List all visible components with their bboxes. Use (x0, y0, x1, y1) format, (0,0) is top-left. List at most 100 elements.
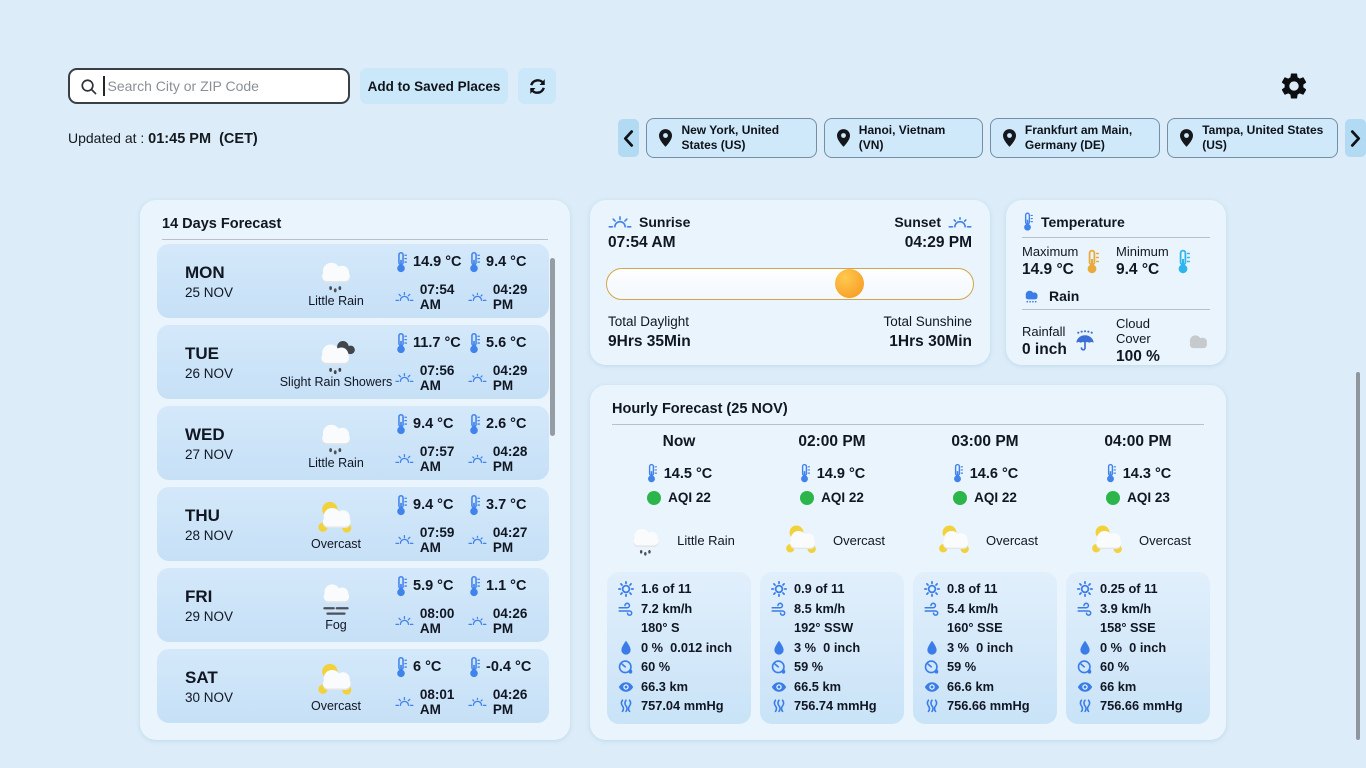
wind-speed: 8.5 km/h (794, 601, 845, 618)
humidity: 60 % (641, 659, 670, 676)
daylight-label: Total Daylight (608, 314, 691, 329)
forecast-day-row[interactable]: THU 28 NOV Overcast 9.4 °C 07:59 AM (157, 487, 549, 561)
hourly-panel: Hourly Forecast (25 NOV) Now 14.5 °C AQI… (590, 385, 1226, 740)
cloud-cover-label: Cloud Cover (1116, 316, 1179, 346)
search-input[interactable] (108, 78, 339, 94)
saved-places-bar: New York, United States (US) Hanoi, Viet… (618, 118, 1366, 158)
condition-label: Overcast (1139, 533, 1191, 548)
rain-cloud-icon (1022, 289, 1041, 304)
forecast-day: MON 25 NOV (157, 263, 277, 300)
add-to-saved-places-button[interactable]: Add to Saved Places (360, 68, 508, 104)
maximum-temp-cell: Maximum 14.9 °C (1022, 244, 1116, 279)
forecast-day: TUE 26 NOV (157, 344, 277, 381)
forecast-condition: Slight Rain Showers (277, 336, 395, 389)
pressure: 757.04 mmHg (641, 698, 724, 715)
location-chip-label: New York, United States (US) (681, 123, 803, 154)
droplet-icon (618, 640, 634, 656)
sunrise-time: 07:59 AM (420, 525, 468, 555)
wind-speed: 3.9 km/h (1100, 601, 1151, 618)
wind-icon (1077, 601, 1093, 617)
forecast-day-row[interactable]: MON 25 NOV Little Rain 14.9 °C 07:54 AM (157, 244, 549, 318)
aqi-status-dot (953, 491, 967, 505)
droplet-icon (771, 640, 787, 656)
wind-icon (771, 601, 787, 617)
weather-condition-icon (309, 417, 363, 457)
day-date: 29 NOV (185, 609, 277, 624)
rainfall-cell: Rainfall 0 inch (1022, 316, 1116, 366)
forecast-day-row[interactable]: SAT 30 NOV Overcast 6 °C 08:01 AM (157, 649, 549, 723)
sunrise-icon (395, 452, 414, 466)
weather-condition-icon (1085, 522, 1131, 558)
forecast-panel: 14 Days Forecast MON 25 NOV Little Rain … (140, 200, 570, 740)
page-scrollbar[interactable] (1356, 372, 1360, 740)
forecast-day-row[interactable]: FRI 29 NOV Fog 5.9 °C 08:00 AM 1 (157, 568, 549, 642)
uv-index-icon (618, 581, 634, 597)
aqi-status-dot (800, 491, 814, 505)
weather-condition-icon (779, 522, 825, 558)
refresh-button[interactable] (518, 68, 556, 104)
sunrise-time: 07:54 AM (420, 282, 468, 312)
wind-direction: 180° S (641, 620, 680, 637)
sunrise-time: 07:57 AM (420, 444, 468, 474)
humidity: 59 % (794, 659, 823, 676)
min-temp: 3.7 °C (486, 497, 526, 513)
hour-temp: 14.9 °C (817, 466, 866, 482)
sunrise-icon (395, 533, 414, 547)
aqi-value: AQI 22 (668, 490, 711, 505)
maximum-value: 14.9 °C (1022, 261, 1078, 279)
sunrise-icon (395, 614, 414, 628)
visibility-eye-icon (771, 679, 787, 695)
sunset-icon (468, 452, 487, 466)
min-temp: 2.6 °C (486, 416, 526, 432)
aqi-value: AQI 22 (821, 490, 864, 505)
condition-label: Little Rain (677, 533, 735, 548)
chevron-right-icon (1350, 130, 1361, 147)
sunrise-time: 07:54 AM (608, 234, 690, 252)
hour-temp: 14.5 °C (664, 466, 713, 482)
forecast-day-row[interactable]: TUE 26 NOV Slight Rain Showers 11.7 °C 0… (157, 325, 549, 399)
hourly-column: 02:00 PM 14.9 °C AQI 22 Overcast 0.9 of … (760, 431, 904, 724)
location-chip-frankfurt[interactable]: Frankfurt am Main, Germany (DE) (990, 118, 1160, 158)
pressure: 756.66 mmHg (1100, 698, 1183, 715)
weather-condition-icon (623, 522, 669, 558)
thermometer-icon (799, 463, 810, 484)
condition-label: Little Rain (308, 456, 364, 470)
sunset-icon (468, 614, 487, 628)
sunshine-label: Total Sunshine (883, 314, 972, 329)
day-date: 25 NOV (185, 285, 277, 300)
wind-speed: 7.2 km/h (641, 601, 692, 618)
pin-icon (1180, 129, 1193, 147)
daylight-progress-bar (606, 268, 974, 300)
sunset-time: 04:27 PM (493, 525, 541, 555)
uv-index-icon (771, 581, 787, 597)
pressure-icon (618, 698, 634, 714)
sunset-time: 04:29 PM (894, 234, 972, 252)
max-thermometer-icon (1085, 249, 1099, 275)
carousel-next-button[interactable] (1345, 119, 1366, 157)
forecast-scrollbar[interactable] (550, 258, 555, 436)
visibility-eye-icon (618, 679, 634, 695)
thermometer-icon (1105, 463, 1116, 484)
hour-label: Now (663, 433, 696, 451)
location-chip-new-york[interactable]: New York, United States (US) (646, 118, 816, 158)
forecast-title: 14 Days Forecast (162, 216, 548, 232)
cloud-cover-value: 100 % (1116, 348, 1179, 366)
humidity: 60 % (1100, 659, 1129, 676)
hour-label: 03:00 PM (951, 433, 1018, 451)
thermometer-icon (468, 494, 480, 517)
location-chip-label: Hanoi, Vietnam (VN) (859, 123, 970, 154)
aqi-status-dot (1106, 491, 1120, 505)
min-thermometer-icon (1176, 249, 1190, 275)
max-temp: 9.4 °C (413, 416, 453, 432)
location-chip-hanoi[interactable]: Hanoi, Vietnam (VN) (824, 118, 983, 158)
settings-button[interactable] (1281, 73, 1307, 99)
sunrise-icon (395, 695, 414, 709)
thermometer-icon (1022, 212, 1033, 232)
forecast-temps: 9.4 °C 07:57 AM 2.6 °C 04:28 PM (395, 413, 549, 474)
location-chip-tampa[interactable]: Tampa, United States (US) (1167, 118, 1337, 158)
carousel-prev-button[interactable] (618, 119, 639, 157)
weather-condition-icon (309, 255, 363, 295)
search-box[interactable] (68, 68, 350, 104)
forecast-day-row[interactable]: WED 27 NOV Little Rain 9.4 °C 07:57 AM (157, 406, 549, 480)
thermometer-icon (468, 251, 480, 274)
